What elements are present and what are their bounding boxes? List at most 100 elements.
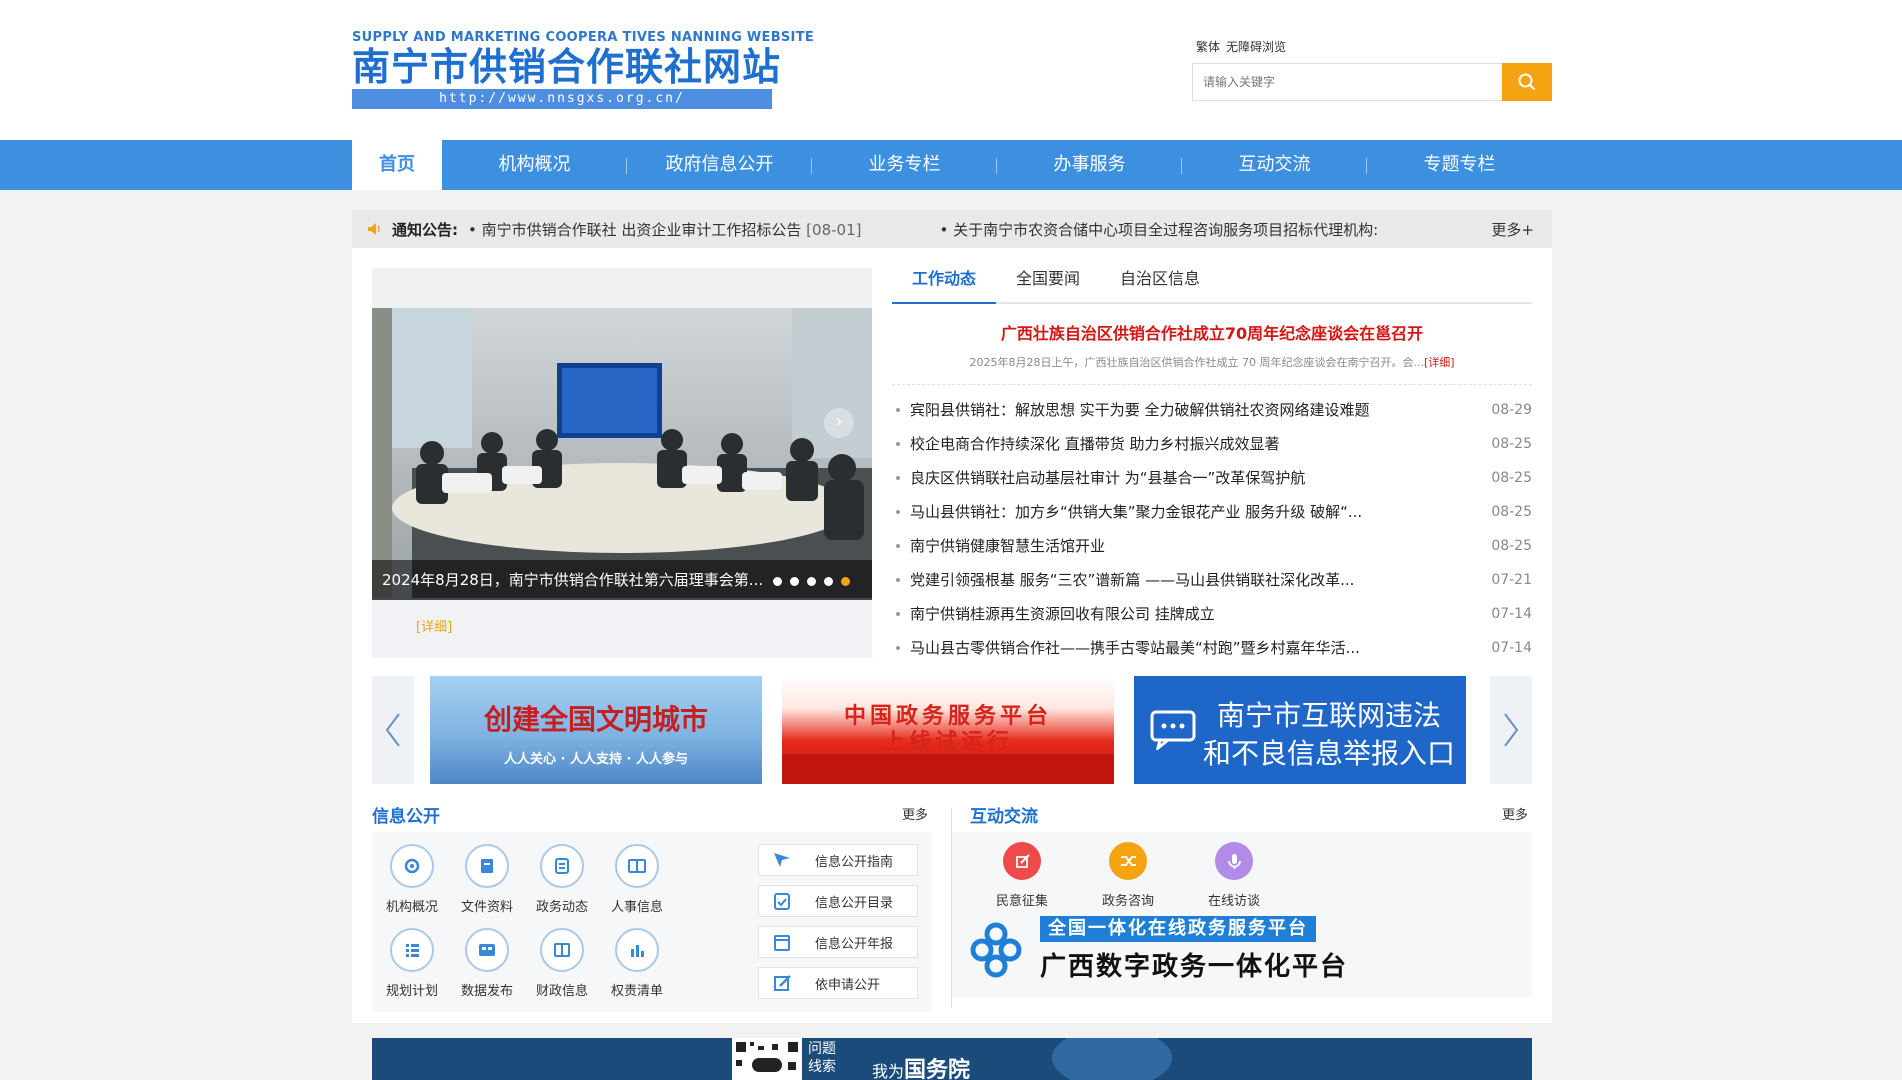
info-icon-cell[interactable]: 数据发布	[447, 928, 527, 999]
notice-bar: 通知公告: • 南宁市供销合作联社 出资企业审计工作招标公告 [08-01] •…	[352, 210, 1552, 248]
slider-dot-active[interactable]	[841, 577, 850, 586]
site-logo[interactable]: SUPPLY AND MARKETING COOPERA TIVES NANNI…	[352, 30, 815, 110]
slider-dot[interactable]	[790, 577, 799, 586]
data-icon	[465, 928, 509, 972]
banner-subtitle: 和不良信息举报入口	[1202, 737, 1455, 770]
news-item-date: 07-14	[1491, 640, 1532, 656]
info-icon-label: 规划计划	[385, 984, 438, 999]
slider-dot[interactable]	[807, 577, 816, 586]
list-item[interactable]: 校企电商合作持续深化 直播带货 助力乡村振兴成效显著 08-25	[892, 427, 1532, 461]
edit-icon	[769, 973, 795, 993]
tab-work-news[interactable]: 工作动态	[892, 268, 997, 304]
search-button[interactable]	[1502, 63, 1552, 101]
notice-more-link[interactable]: 更多+	[1491, 219, 1534, 240]
nav-item[interactable]: 专题专栏	[1367, 140, 1552, 190]
list-item[interactable]: 南宁供销桂源再生资源回收有限公司 挂牌成立 07-14	[892, 597, 1532, 631]
list-item[interactable]: 党建引领强根基 服务“三农”谱新篇 ——马山县供销联社深化改革... 07-21	[892, 563, 1532, 597]
qr-label: 问题 线索	[808, 1040, 836, 1076]
notice-item[interactable]: • 关于南宁市农资合储中心项目全过程咨询服务项目招标代理机构:	[939, 219, 1378, 240]
info-section-title[interactable]: 信息公开	[372, 802, 440, 827]
info-link-button[interactable]: 信息公开指南	[758, 844, 918, 876]
news-item-title: 校企电商合作持续深化 直播带货 助力乡村振兴成效显著	[892, 427, 1462, 461]
notice-item[interactable]: • 南宁市供销合作联社 出资企业审计工作招标公告 [08-01]	[468, 219, 861, 240]
nav-item[interactable]: 政府信息公开	[627, 140, 812, 190]
banner-internet-report[interactable]: 南宁市互联网违法 和不良信息举报入口	[1134, 676, 1466, 784]
info-icon-cell[interactable]: 政务动态	[522, 844, 602, 915]
traditional-chinese-link[interactable]: 繁体	[1196, 40, 1220, 54]
nav-item[interactable]: 业务专栏	[812, 140, 997, 190]
news-headline[interactable]: 广西壮族自治区供销合作社成立70周年纪念座谈会在邕召开	[892, 320, 1532, 344]
banner-decoration	[782, 754, 1114, 784]
news-item-date: 08-25	[1491, 470, 1532, 486]
info-link-button[interactable]: 信息公开目录	[758, 885, 918, 917]
info-more-link[interactable]: 更多	[902, 804, 928, 823]
info-icon-cell[interactable]: 文件资料	[447, 844, 527, 915]
finance-icon	[540, 928, 584, 972]
list-item[interactable]: 良庆区供销联社启动基层社审计 为“县基合一”改革保驾护航 08-25	[892, 461, 1532, 495]
nav-list: 首页 机构概况 政府信息公开 业务专栏 办事服务 互动交流 专题专栏	[352, 140, 1552, 190]
nav-item[interactable]: 机构概况	[442, 140, 627, 190]
info-icon-cell[interactable]: 机构概况	[372, 844, 452, 915]
slider-detail-link[interactable]: [详细]	[416, 616, 452, 635]
bottom-promo-strip[interactable]: 问题 线索 我为国务院	[372, 1038, 1532, 1080]
gx-digital-platform-banner[interactable]: 全国一体化在线政务服务平台 广西数字政务一体化平台	[968, 916, 1348, 982]
notice-item-date: [08-01]	[806, 220, 862, 239]
info-link-button[interactable]: 依申请公开	[758, 967, 918, 999]
qr-code-image	[732, 1038, 802, 1080]
book-icon	[615, 844, 659, 888]
news-icon	[540, 844, 584, 888]
info-icon-cell[interactable]: 规划计划	[372, 928, 452, 999]
header-tools: 繁体 无障碍浏览	[1196, 38, 1292, 55]
banner-prev-button[interactable]	[372, 676, 414, 784]
info-icon-cell[interactable]: 财政信息	[522, 928, 602, 999]
news-item-date: 08-25	[1491, 504, 1532, 520]
slider-dot[interactable]	[773, 577, 782, 586]
notice-label: 通知公告:	[392, 220, 458, 239]
info-icon-cell[interactable]: 人事信息	[597, 844, 677, 915]
main-panel: › 2024年8月28日，南宁市供销合作联社第六届理事会第... [详细] 工作…	[352, 248, 1552, 1023]
news-item-title: 良庆区供销联社启动基层社审计 为“县基合一”改革保驾护航	[892, 461, 1462, 495]
news-item-date: 07-21	[1491, 572, 1532, 588]
news-item-title: 党建引领强根基 服务“三农”谱新篇 ——马山县供销联社深化改革...	[892, 563, 1462, 597]
news-list: 宾阳县供销社：解放思想 实干为要 全力破解供销社农资网络建设难题 08-29 校企电…	[892, 384, 1532, 665]
interact-section-title[interactable]: 互动交流	[970, 802, 1038, 827]
banner-subtitle: 人人关心 · 人人支持 · 人人参与	[504, 752, 688, 767]
banner-civilized-city[interactable]: 创建全国文明城市 人人关心 · 人人支持 · 人人参与	[430, 676, 762, 784]
document-icon	[465, 844, 509, 888]
info-icon-cell[interactable]: 权责清单	[597, 928, 677, 999]
nav-item[interactable]: 互动交流	[1182, 140, 1367, 190]
list-item[interactable]: 南宁供销健康智慧生活馆开业 08-25	[892, 529, 1532, 563]
banner-gov-service-platform[interactable]: 中国政务服务平台 上线试运行	[782, 676, 1114, 784]
nav-item[interactable]: 办事服务	[997, 140, 1182, 190]
speaker-icon	[368, 223, 380, 235]
list-icon	[390, 928, 434, 972]
interact-icon-cell[interactable]: 在线访谈	[1194, 842, 1274, 909]
interact-more-link[interactable]: 更多	[1502, 804, 1528, 823]
info-link-button[interactable]: 信息公开年报	[758, 926, 918, 958]
slider-dot[interactable]	[824, 577, 833, 586]
interact-icon-cell[interactable]: 民意征集	[982, 842, 1062, 909]
search-box	[1192, 63, 1552, 101]
logo-english-text: SUPPLY AND MARKETING COOPERA TIVES NANNI…	[352, 30, 815, 45]
slider-photo[interactable]: › 2024年8月28日，南宁市供销合作联社第六届理事会第...	[372, 268, 872, 600]
tab-national-news[interactable]: 全国要闻	[996, 268, 1100, 302]
platform-logo-icon	[970, 922, 1022, 978]
shuffle-icon	[1109, 842, 1147, 880]
info-icon-label: 权责清单	[610, 984, 663, 999]
banner-title: 创建全国文明城市	[483, 703, 708, 736]
interact-icon-label: 民意征集	[995, 894, 1048, 909]
list-item[interactable]: 马山县供销社：加方乡“供销大集”聚力金银花产业 服务升级 破解“... 08-25	[892, 495, 1532, 529]
slider-next-button[interactable]: ›	[824, 408, 854, 438]
list-item[interactable]: 马山县古零供销合作社——携手古零站最美“村跑”暨乡村嘉年华活... 07-14	[892, 631, 1532, 665]
search-input[interactable]	[1193, 64, 1503, 100]
tab-region-news[interactable]: 自治区信息	[1100, 268, 1220, 302]
nav-item[interactable]: 首页	[352, 140, 442, 190]
list-item[interactable]: 宾阳县供销社：解放思想 实干为要 全力破解供销社农资网络建设难题 08-29	[892, 393, 1532, 427]
info-icon-label: 机构概况	[385, 900, 438, 915]
news-summary-detail-link[interactable]: [详细]	[1424, 356, 1455, 369]
banner-next-button[interactable]	[1490, 676, 1532, 784]
interact-icon-cell[interactable]: 政务咨询	[1088, 842, 1168, 909]
news-summary-text: 2025年8月28日上午，广西壮族自治区供销合作社成立 70 周年纪念座谈会在南…	[969, 356, 1424, 369]
meeting-photo-image	[372, 268, 872, 600]
accessible-browse-link[interactable]: 无障碍浏览	[1226, 40, 1286, 54]
